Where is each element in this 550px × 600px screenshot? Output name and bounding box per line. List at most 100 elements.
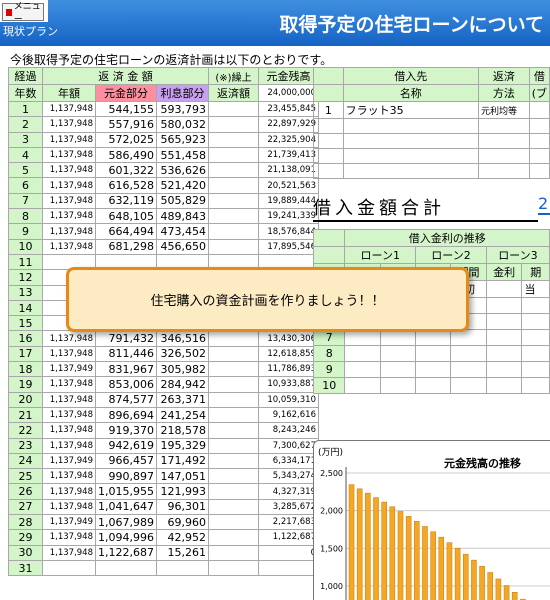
balance-chart: (万円) 元金残高の推移 2,500 2,000 1,500 1,000: [313, 440, 550, 600]
rate-cell[interactable]: [485, 361, 523, 378]
popup-message[interactable]: 住宅購入の資金計画を作りましょう！！: [66, 267, 469, 332]
prepay-cell[interactable]: [207, 406, 259, 424]
balance-cell: 18,576,844: [257, 223, 319, 240]
table-row: 8 1,137,948 648,105 489,843 19,241,339: [8, 208, 319, 225]
rate-cell[interactable]: [521, 345, 550, 362]
table-row: 27 1,137,948 1,041,647 96,301 3,285,672: [8, 498, 319, 516]
rate-cell[interactable]: [450, 361, 487, 378]
rate-cell[interactable]: [415, 377, 452, 394]
prepay-cell[interactable]: [207, 544, 259, 561]
rate-cell[interactable]: [415, 345, 452, 362]
prepay-cell[interactable]: [207, 391, 259, 408]
principal-cell: 544,155: [95, 100, 157, 118]
balance-cell: 3,285,672: [257, 498, 319, 516]
year-cell: 15: [8, 315, 43, 332]
chart-bar: [389, 506, 396, 600]
interest-cell: 263,371: [155, 391, 209, 408]
prepay-cell[interactable]: [207, 146, 259, 164]
prepay-cell[interactable]: [207, 514, 259, 531]
principal-cell: 1,015,955: [95, 483, 157, 500]
rate-cell[interactable]: [485, 329, 523, 346]
balance-cell: 11,786,893: [257, 361, 319, 378]
interest-cell: 536,626: [155, 162, 209, 179]
rate-cell[interactable]: [344, 345, 381, 362]
prepay-cell[interactable]: [207, 162, 259, 179]
prepay-cell[interactable]: [207, 559, 259, 577]
interest-cell: 121,993: [155, 483, 209, 500]
annual-cell: 1,137,948: [42, 422, 96, 439]
prepay-cell[interactable]: [207, 208, 259, 225]
rate-cell[interactable]: [521, 377, 550, 394]
rate-cell[interactable]: [415, 361, 452, 378]
rate-cell[interactable]: [521, 297, 550, 314]
chart-bar: [446, 542, 453, 600]
rate-row-number: 10: [312, 377, 346, 394]
principal-cell: 681,298: [95, 238, 157, 255]
interest-cell: [155, 559, 209, 577]
rate-cell[interactable]: [485, 345, 523, 362]
rate-cell[interactable]: [450, 345, 487, 362]
interest-cell: 505,829: [155, 192, 209, 210]
principal-cell: 942,619: [95, 437, 157, 454]
rate-cell[interactable]: [379, 345, 417, 362]
year-cell: 22: [8, 422, 43, 439]
rate-cell[interactable]: [379, 377, 417, 394]
table-row: 1 フラット35 元利均等: [313, 101, 550, 119]
lender-name-cell[interactable]: フラット35: [342, 101, 479, 119]
prepay-cell[interactable]: [207, 116, 259, 133]
prepay-cell[interactable]: [207, 468, 259, 485]
rate-cell[interactable]: [521, 313, 550, 330]
annual-cell: 1,137,948: [42, 192, 96, 210]
year-cell: 28: [8, 514, 43, 531]
chart-ytick-label: 2,000: [320, 507, 343, 516]
balance-cell: 20,521,563: [257, 177, 319, 194]
prepay-cell[interactable]: [207, 330, 259, 347]
prepay-cell[interactable]: [207, 498, 259, 516]
prepay-cell[interactable]: [207, 452, 259, 470]
annual-cell: 1,137,948: [42, 116, 96, 133]
prepay-cell[interactable]: [207, 131, 259, 148]
prepay-cell[interactable]: [207, 361, 259, 378]
chart-bar: [430, 531, 436, 600]
chart-unit: (万円): [318, 447, 343, 458]
prepay-cell[interactable]: [207, 345, 259, 363]
prepay-cell[interactable]: [207, 192, 259, 210]
prepay-cell[interactable]: [207, 376, 259, 393]
table-row: 301,137,9481,122,68715,261 0: [8, 544, 319, 561]
rate-cell[interactable]: [485, 313, 523, 330]
annual-cell: 1,137,948: [42, 208, 96, 225]
prepay-cell[interactable]: [207, 100, 259, 118]
header-method: 返済: [477, 67, 530, 85]
rate-cell[interactable]: [485, 297, 523, 314]
balance-cell: 6,334,171: [257, 452, 319, 470]
table-row: 9: [312, 361, 550, 378]
table-row: 17 1,137,948 811,446 326,502 12,618,859: [8, 345, 319, 363]
rate-cell[interactable]: [344, 361, 381, 378]
lender-method-cell[interactable]: 元利均等: [477, 101, 530, 119]
prepay-cell[interactable]: [207, 483, 259, 500]
balance-cell: 13,430,306: [257, 330, 319, 347]
menu-button[interactable]: メニュー: [2, 2, 44, 25]
principal-cell: 1,122,687: [95, 544, 157, 561]
chart-bar: [365, 492, 371, 600]
table-row: 6 1,137,948 616,528 521,420 20,521,563: [8, 177, 319, 194]
prepay-cell[interactable]: [207, 529, 259, 546]
prepay-cell[interactable]: [207, 238, 259, 255]
rate-cell[interactable]: [521, 361, 550, 378]
prepay-cell[interactable]: [207, 437, 259, 454]
rate-cell[interactable]: [379, 361, 417, 378]
rate-cell[interactable]: [521, 329, 550, 346]
chart-bar: [471, 559, 477, 600]
rate-cell[interactable]: [485, 377, 523, 394]
principal-cell: 601,322: [95, 162, 157, 179]
rate-cell[interactable]: [344, 377, 381, 394]
chart-bar: [356, 488, 363, 600]
prepay-cell[interactable]: [207, 177, 259, 194]
rate-cell[interactable]: [450, 377, 487, 394]
prepay-cell[interactable]: [207, 422, 259, 439]
chart-bar: [422, 526, 428, 600]
principal-cell: 664,494: [95, 223, 157, 240]
header-cut-2: (ブ: [528, 84, 550, 102]
prepay-cell[interactable]: [207, 223, 259, 240]
menu-icon: [6, 8, 12, 16]
